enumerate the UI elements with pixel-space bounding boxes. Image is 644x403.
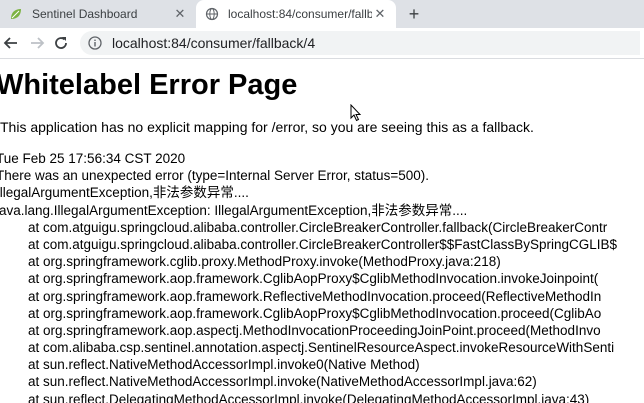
error-description: This application has no explicit mapping… — [0, 119, 534, 135]
forward-arrow-icon[interactable] — [28, 34, 46, 52]
page-content: Whitelabel Error Page This application h… — [0, 59, 644, 403]
tab-title: localhost:84/consumer/fallbac — [228, 7, 372, 21]
page-title: Whitelabel Error Page — [0, 69, 298, 101]
tab-sentinel-dashboard[interactable]: Sentinel Dashboard ✕ — [0, 0, 196, 28]
browser-toolbar: localhost:84/consumer/fallback/4 — [0, 28, 644, 59]
stack-trace-line: at com.atguigu.springcloud.alibaba.contr… — [28, 219, 608, 235]
stack-trace-line: at org.springframework.aop.framework.Cgl… — [28, 305, 602, 321]
error-message: IllegalArgumentException,非法参数异常.... — [0, 185, 249, 201]
tab-title: Sentinel Dashboard — [32, 7, 138, 21]
new-tab-button[interactable]: + — [404, 4, 424, 24]
stack-trace-line: at com.alibaba.csp.sentinel.annotation.a… — [28, 340, 615, 356]
globe-icon — [204, 6, 220, 22]
stack-trace-line: at sun.reflect.NativeMethodAccessorImpl.… — [28, 357, 420, 373]
error-details: Tue Feb 25 17:56:34 CST 2020 There was an… — [0, 150, 617, 403]
reload-icon[interactable] — [52, 34, 70, 52]
url-text[interactable]: localhost:84/consumer/fallback/4 — [112, 35, 315, 51]
stack-trace-line: at sun.reflect.DelegatingMethodAccessorI… — [28, 391, 590, 403]
error-summary: There was an unexpected error (type=Inte… — [0, 168, 429, 184]
stack-trace-line: at sun.reflect.NativeMethodAccessorImpl.… — [28, 374, 537, 390]
tab-localhost[interactable]: localhost:84/consumer/fallbac ✕ — [196, 0, 396, 28]
close-icon[interactable]: ✕ — [372, 6, 388, 22]
stack-trace-line: at org.springframework.cglib.proxy.Metho… — [28, 254, 501, 270]
mouse-cursor-icon — [350, 103, 362, 122]
stack-trace-line: at org.springframework.aop.framework.Ref… — [28, 288, 602, 304]
info-icon[interactable] — [88, 36, 102, 50]
close-icon[interactable]: ✕ — [172, 6, 188, 22]
back-arrow-icon[interactable] — [2, 34, 20, 52]
exception-line: java.lang.IllegalArgumentException: Ille… — [0, 202, 468, 218]
address-bar[interactable]: localhost:84/consumer/fallback/4 — [80, 31, 640, 55]
stack-trace-line: at com.atguigu.springcloud.alibaba.contr… — [28, 236, 618, 252]
sentinel-leaf-icon — [8, 6, 24, 22]
stack-trace-line: at org.springframework.aop.framework.Cgl… — [28, 271, 599, 287]
tab-strip: Sentinel Dashboard ✕ localhost:84/consum… — [0, 0, 644, 28]
error-timestamp: Tue Feb 25 17:56:34 CST 2020 — [0, 151, 186, 166]
stack-trace-line: at org.springframework.aop.aspectj.Metho… — [28, 322, 601, 338]
